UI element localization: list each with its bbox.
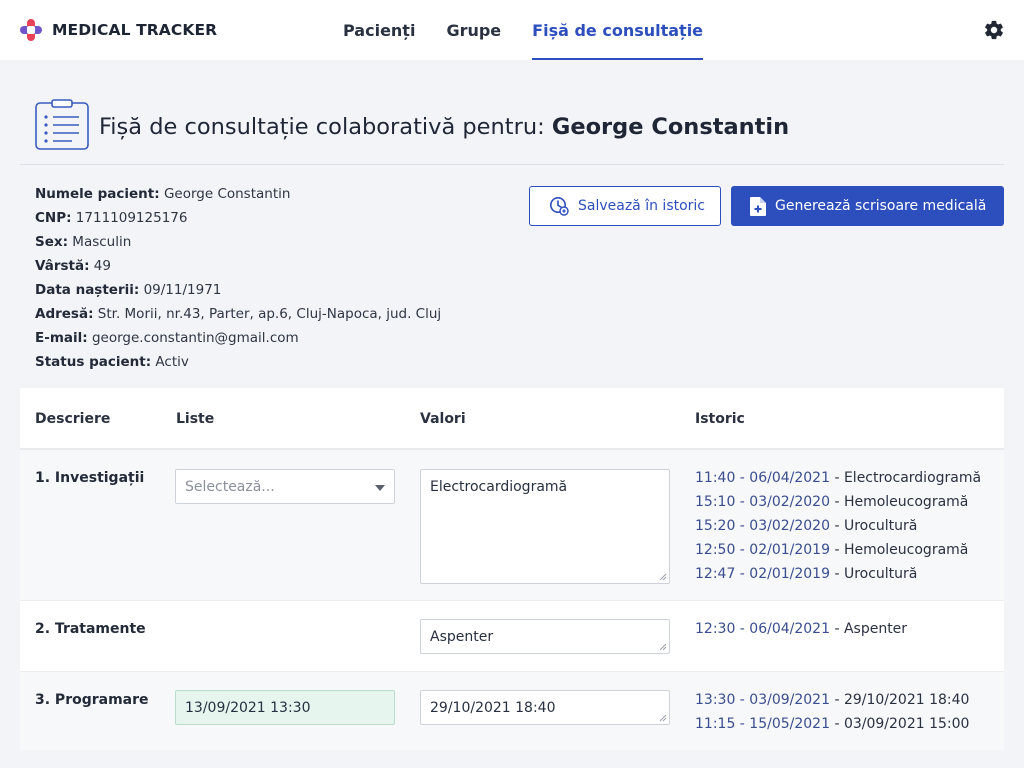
save-to-history-button[interactable]: Salvează în istoric — [529, 186, 721, 226]
table-row-programare: 3. Programare 13/09/2021 13:30 29/10/202… — [20, 672, 1004, 750]
save-to-history-label: Salvează în istoric — [578, 198, 706, 214]
brand[interactable]: MEDICAL TRACKER — [20, 19, 217, 41]
treatments-values-textarea[interactable]: Aspenter — [420, 619, 670, 654]
patient-field-status: Status pacient: Activ — [35, 354, 189, 370]
column-header-valori: Valori — [420, 411, 466, 427]
table-header: Descriere Liste Valori Istoric — [20, 388, 1004, 450]
column-header-liste: Liste — [176, 411, 215, 427]
investigations-select[interactable]: Selectează... — [175, 469, 395, 504]
patient-info: Numele pacient: George Constantin CNP: 1… — [35, 186, 441, 378]
file-plus-icon — [750, 196, 766, 216]
patient-field-sex: Sex: Masculin — [35, 234, 132, 250]
select-placeholder: Selectează... — [185, 479, 275, 495]
resize-grip-icon[interactable] — [659, 573, 667, 581]
appointment-history: 13:30 - 03/09/2021 - 29/10/2021 18:40 11… — [695, 692, 969, 740]
resize-grip-icon[interactable] — [659, 714, 667, 722]
brand-name: MEDICAL TRACKER — [52, 21, 218, 39]
table-row-investigatii: 1. Investigații Selectează... Electrocar… — [20, 450, 1004, 601]
top-navigation-bar: MEDICAL TRACKER Pacienți Grupe Fișă de c… — [0, 0, 1024, 60]
patient-field-address: Adresă: Str. Morii, nr.43, Parter, ap.6,… — [35, 306, 442, 322]
page-title: Fișă de consultație colaborativă pentru:… — [99, 114, 789, 140]
page-header: Fișă de consultație colaborativă pentru:… — [20, 60, 1004, 165]
medical-cross-logo-icon — [20, 19, 42, 41]
patient-field-email: E-mail: george.constantin@gmail.com — [35, 330, 299, 346]
history-item: 15:10 - 03/02/2020 - Hemoleucogramă — [695, 494, 969, 510]
treatments-history: 12:30 - 06/04/2021 - Aspenter — [695, 621, 907, 645]
column-header-descriere: Descriere — [35, 411, 111, 427]
tab-fisa-de-consultatie[interactable]: Fișă de consultație — [532, 0, 703, 60]
investigations-values-textarea[interactable]: Electrocardiogramă — [420, 469, 670, 584]
textarea-value: 29/10/2021 18:40 — [430, 700, 556, 716]
patient-field-age: Vârstă: 49 — [35, 258, 111, 274]
page-title-patient-name: George Constantin — [551, 114, 790, 140]
date-input-value: 13/09/2021 13:30 — [185, 700, 311, 716]
patient-field-cnp: CNP: 1711109125176 — [35, 210, 188, 226]
tab-grupe[interactable]: Grupe — [446, 0, 501, 60]
investigations-history: 11:40 - 06/04/2021 - Electrocardiogramă … — [695, 470, 981, 590]
appointment-date-input[interactable]: 13/09/2021 13:30 — [175, 690, 395, 725]
row-label: 1. Investigații — [35, 470, 145, 486]
caret-down-icon — [375, 485, 385, 491]
history-item: 12:30 - 06/04/2021 - Aspenter — [695, 621, 908, 637]
table-row-tratamente: 2. Tratamente Aspenter 12:30 - 06/04/202… — [20, 601, 1004, 672]
generate-medical-letter-label: Generează scrisoare medicală — [775, 198, 987, 214]
main-nav: Pacienți Grupe Fișă de consultație — [343, 0, 734, 60]
gear-icon[interactable] — [983, 19, 1005, 41]
history-item: 11:15 - 15/05/2021 - 03/09/2021 15:00 — [695, 716, 970, 732]
resize-grip-icon[interactable] — [659, 643, 667, 651]
page-title-prefix: Fișă de consultație colaborativă pentru: — [99, 114, 552, 140]
history-item: 12:50 - 02/01/2019 - Hemoleucogramă — [695, 542, 969, 558]
row-label: 3. Programare — [35, 692, 149, 708]
textarea-value: Electrocardiogramă — [430, 479, 568, 495]
appointment-values-textarea[interactable]: 29/10/2021 18:40 — [420, 690, 670, 725]
clock-save-icon — [550, 197, 569, 216]
textarea-value: Aspenter — [430, 629, 494, 645]
history-item: 15:20 - 03/02/2020 - Urocultură — [695, 518, 918, 534]
tab-pacienti[interactable]: Pacienți — [343, 0, 415, 60]
patient-field-birthdate: Data nașterii: 09/11/1971 — [35, 282, 222, 298]
column-header-istoric: Istoric — [695, 411, 745, 427]
generate-medical-letter-button[interactable]: Generează scrisoare medicală — [731, 186, 1004, 226]
clipboard-list-icon — [35, 99, 89, 150]
history-item: 12:47 - 02/01/2019 - Urocultură — [695, 566, 918, 582]
consultation-table: Descriere Liste Valori Istoric 1. Invest… — [20, 388, 1004, 750]
patient-field-name: Numele pacient: George Constantin — [35, 186, 291, 202]
row-label: 2. Tratamente — [35, 621, 146, 637]
history-item: 11:40 - 06/04/2021 - Electrocardiogramă — [695, 470, 982, 486]
history-item: 13:30 - 03/09/2021 - 29/10/2021 18:40 — [695, 692, 970, 708]
